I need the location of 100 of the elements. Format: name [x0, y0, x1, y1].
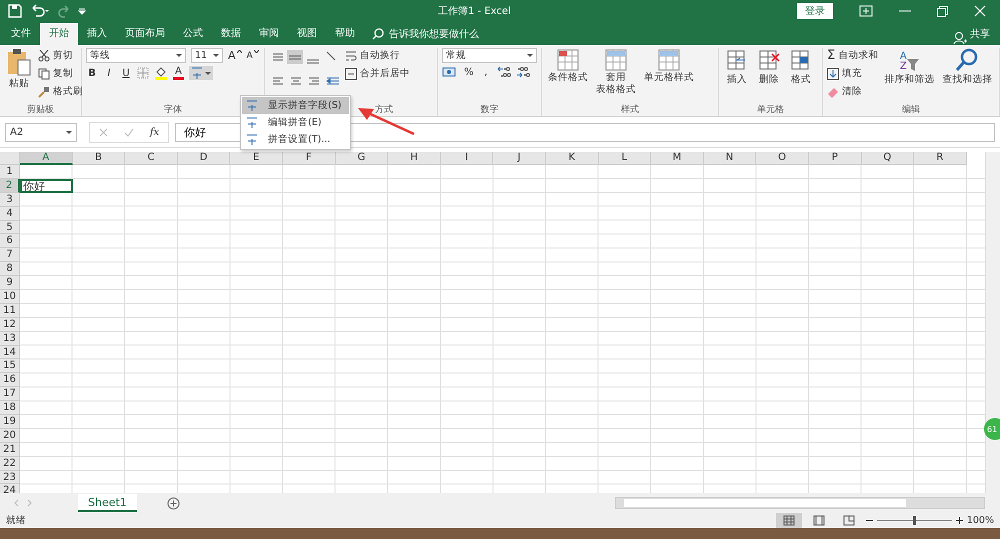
- comma-button[interactable]: ,: [480, 66, 492, 78]
- minimize-icon[interactable]: [899, 10, 911, 12]
- ribbon-tab[interactable]: 文件: [2, 23, 40, 45]
- zoom-slider-thumb[interactable]: [913, 516, 916, 525]
- ribbon-tab[interactable]: 页面布局: [116, 23, 174, 45]
- column-header[interactable]: D: [178, 152, 230, 165]
- ribbon-tab[interactable]: 审阅: [250, 23, 288, 45]
- row-header[interactable]: 1: [0, 165, 20, 179]
- style-button[interactable]: 单元格样式: [642, 48, 696, 84]
- column-header[interactable]: E: [230, 152, 283, 165]
- sort-filter-button[interactable]: A Z 排序和筛选: [882, 48, 936, 86]
- row-header[interactable]: 4: [0, 206, 20, 221]
- increase-decimal-icon[interactable]: [496, 66, 511, 78]
- merge-center-button[interactable]: 合并后居中: [344, 66, 410, 81]
- close-icon[interactable]: [974, 5, 986, 17]
- grow-font-button[interactable]: A: [228, 50, 242, 62]
- number-format-dropdown[interactable]: 常规: [442, 48, 537, 63]
- row-header[interactable]: 8: [0, 262, 20, 276]
- cells-button[interactable]: 插入: [722, 48, 751, 86]
- row-header[interactable]: 11: [0, 304, 20, 318]
- add-sheet-icon[interactable]: [166, 496, 180, 510]
- row-header[interactable]: 20: [0, 428, 20, 443]
- sheet-tab[interactable]: Sheet1: [78, 494, 137, 512]
- menu-item[interactable]: 显示拼音字段(S): [242, 97, 349, 114]
- italic-button[interactable]: I: [103, 68, 115, 78]
- vertical-scrollbar[interactable]: [985, 152, 1000, 493]
- row-header[interactable]: 19: [0, 415, 20, 429]
- column-header[interactable]: M: [651, 152, 704, 165]
- save-icon[interactable]: [8, 4, 22, 18]
- row-header[interactable]: 7: [0, 248, 20, 262]
- restore-icon[interactable]: [937, 6, 948, 16]
- currency-icon[interactable]: [442, 66, 458, 78]
- column-header[interactable]: I: [440, 152, 494, 165]
- ribbon-tab[interactable]: 开始: [40, 23, 78, 45]
- autosum-button[interactable]: Σ 自动求和: [827, 48, 878, 63]
- ribbon-tab[interactable]: 数据: [212, 23, 250, 45]
- column-header[interactable]: G: [336, 152, 388, 165]
- horizontal-scrollbar[interactable]: [615, 497, 985, 509]
- normal-view-icon[interactable]: [776, 513, 802, 528]
- column-header[interactable]: C: [125, 152, 178, 165]
- zoom-level[interactable]: 100%: [966, 515, 1000, 526]
- share-button[interactable]: 共享: [970, 23, 990, 45]
- row-header[interactable]: 17: [0, 387, 20, 402]
- row-header[interactable]: 18: [0, 401, 20, 416]
- bold-button[interactable]: B: [86, 68, 98, 78]
- borders-icon[interactable]: [137, 67, 149, 79]
- row-header[interactable]: 13: [0, 332, 20, 346]
- zoom-in-icon[interactable]: [956, 517, 963, 524]
- table-cell[interactable]: 你好: [20, 178, 73, 193]
- row-header[interactable]: 5: [0, 220, 20, 234]
- row-header[interactable]: 6: [0, 234, 20, 248]
- ribbon-tab[interactable]: 插入: [78, 23, 116, 45]
- cells-button[interactable]: 格式: [786, 48, 815, 86]
- login-button[interactable]: 登录: [797, 3, 833, 19]
- name-box[interactable]: A2: [5, 122, 77, 142]
- row-header[interactable]: 21: [0, 442, 20, 457]
- column-header[interactable]: J: [493, 152, 546, 165]
- wrap-text-button[interactable]: 自动换行: [344, 48, 410, 63]
- column-header[interactable]: P: [808, 152, 862, 165]
- column-header[interactable]: A: [20, 152, 73, 165]
- column-header[interactable]: B: [72, 152, 126, 165]
- row-header[interactable]: 14: [0, 346, 20, 360]
- column-header[interactable]: Q: [862, 152, 914, 165]
- ribbon-tab[interactable]: 公式: [174, 23, 212, 45]
- row-header[interactable]: 12: [0, 318, 20, 332]
- column-header[interactable]: F: [282, 152, 336, 165]
- cells-button[interactable]: 删除: [754, 48, 783, 86]
- row-header[interactable]: 15: [0, 359, 20, 374]
- row-header[interactable]: 9: [0, 276, 20, 290]
- column-header[interactable]: K: [546, 152, 599, 165]
- cut-button[interactable]: 剪切: [38, 48, 83, 63]
- format-painter-button[interactable]: 格式刷: [38, 84, 83, 99]
- phonetic-button[interactable]: [188, 66, 213, 80]
- tell-me-search[interactable]: 告诉我你想要做什么: [389, 23, 479, 45]
- row-header[interactable]: 16: [0, 373, 20, 388]
- copy-button[interactable]: 复制: [38, 66, 83, 81]
- ribbon-tab[interactable]: 视图: [288, 23, 326, 45]
- decrease-decimal-icon[interactable]: [516, 66, 530, 78]
- customize-caret-icon[interactable]: [78, 7, 86, 15]
- row-header[interactable]: 3: [0, 192, 20, 207]
- find-select-button[interactable]: 查找和选择: [940, 48, 994, 86]
- column-header[interactable]: N: [704, 152, 756, 165]
- fill-color-icon[interactable]: [154, 66, 168, 80]
- font-name-dropdown[interactable]: 等线: [86, 48, 186, 63]
- column-header[interactable]: L: [598, 152, 652, 165]
- ribbon-tab[interactable]: 帮助: [326, 23, 364, 45]
- row-header[interactable]: 10: [0, 290, 20, 304]
- row-header[interactable]: 24: [0, 484, 20, 493]
- percent-button[interactable]: %: [462, 66, 475, 78]
- column-header[interactable]: H: [388, 152, 441, 165]
- style-button[interactable]: 套用 表格格式: [594, 48, 638, 96]
- style-button[interactable]: 条件格式: [546, 48, 590, 84]
- fill-button[interactable]: 填充: [827, 66, 878, 81]
- ribbon-display-icon[interactable]: [859, 5, 873, 17]
- row-header[interactable]: 22: [0, 456, 20, 471]
- shrink-font-button[interactable]: A: [246, 50, 259, 62]
- paste-button[interactable]: 粘贴: [4, 48, 34, 90]
- zoom-out-icon[interactable]: [866, 519, 873, 522]
- row-header[interactable]: 23: [0, 470, 20, 484]
- underline-button[interactable]: U: [120, 68, 132, 78]
